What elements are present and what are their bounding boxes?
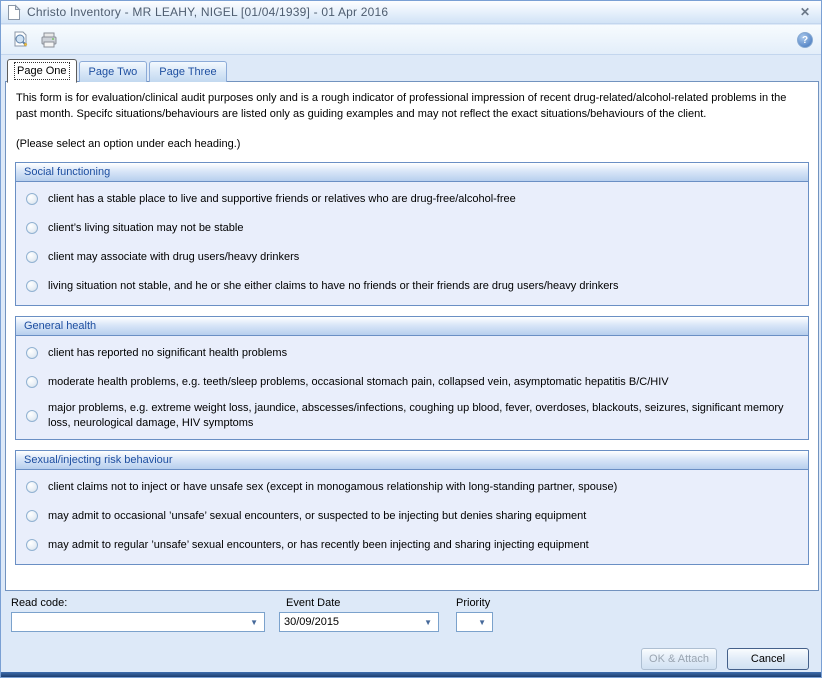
- tab-page-three[interactable]: Page Three: [149, 61, 226, 82]
- event-date-value: 30/09/2015: [284, 616, 339, 628]
- radio-option-label: living situation not stable, and he or s…: [48, 279, 618, 294]
- document-icon: [7, 4, 21, 21]
- priority-label: Priority: [456, 597, 490, 609]
- section-heading: Sexual/injecting risk behaviour: [16, 451, 808, 470]
- radio-button-icon[interactable]: [26, 280, 38, 292]
- close-icon[interactable]: ✕: [795, 1, 815, 24]
- window-title: Christo Inventory - MR LEAHY, NIGEL [01/…: [27, 5, 795, 19]
- question-section: Sexual/injecting risk behaviour client c…: [15, 450, 809, 565]
- radio-button-icon[interactable]: [26, 222, 38, 234]
- section-body: client has a stable place to live and su…: [16, 182, 808, 305]
- tab-panel: This form is for evaluation/clinical aud…: [5, 81, 819, 591]
- tab-strip: Page One Page Two Page Three: [7, 58, 229, 82]
- toolbar: ?: [1, 25, 821, 55]
- instruction-text: (Please select an option under each head…: [16, 138, 808, 150]
- question-section: Social functioning client has a stable p…: [15, 162, 809, 306]
- radio-option[interactable]: client has reported no significant healt…: [16, 339, 808, 368]
- event-date-select[interactable]: 30/09/2015 ▼: [279, 612, 439, 632]
- radio-option-label: client may associate with drug users/hea…: [48, 250, 299, 265]
- radio-option[interactable]: may admit to regular ’unsafe’ sexual enc…: [16, 531, 808, 560]
- radio-option-label: major problems, e.g. extreme weight loss…: [48, 401, 796, 431]
- dropdown-arrow-icon[interactable]: ▼: [472, 618, 492, 627]
- radio-option-label: client has a stable place to live and su…: [48, 192, 516, 207]
- print-preview-icon: [12, 31, 30, 49]
- printer-icon: [40, 31, 58, 49]
- radio-button-icon[interactable]: [26, 539, 38, 551]
- section-heading: Social functioning: [16, 163, 808, 182]
- help-icon[interactable]: ?: [797, 32, 813, 48]
- radio-option[interactable]: client may associate with drug users/hea…: [16, 243, 808, 272]
- tab-page-one[interactable]: Page One: [7, 59, 77, 83]
- tab-page-two[interactable]: Page Two: [79, 61, 148, 82]
- intro-text: This form is for evaluation/clinical aud…: [16, 91, 808, 123]
- print-button[interactable]: [37, 28, 61, 52]
- radio-option-label: moderate health problems, e.g. teeth/sle…: [48, 375, 669, 390]
- radio-option[interactable]: major problems, e.g. extreme weight loss…: [16, 397, 808, 435]
- read-code-label: Read code:: [11, 597, 67, 609]
- event-date-label: Event Date: [286, 597, 340, 609]
- footer-form: Read code: Event Date Priority ▼ 30/09/2…: [1, 591, 821, 672]
- radio-option-label: client has reported no significant healt…: [48, 346, 287, 361]
- radio-option[interactable]: may admit to occasional ’unsafe’ sexual …: [16, 502, 808, 531]
- tab-label: Page Three: [159, 66, 216, 78]
- radio-button-icon[interactable]: [26, 193, 38, 205]
- section-body: client claims not to inject or have unsa…: [16, 470, 808, 564]
- radio-button-icon[interactable]: [26, 410, 38, 422]
- print-preview-button[interactable]: [9, 28, 33, 52]
- dropdown-arrow-icon[interactable]: ▼: [418, 618, 438, 627]
- ok-attach-button[interactable]: OK & Attach: [641, 648, 717, 670]
- radio-option[interactable]: living situation not stable, and he or s…: [16, 272, 808, 301]
- title-bar: Christo Inventory - MR LEAHY, NIGEL [01/…: [1, 1, 821, 24]
- cancel-button[interactable]: Cancel: [727, 648, 809, 670]
- sections-container: Social functioning client has a stable p…: [6, 162, 818, 565]
- section-heading: General health: [16, 317, 808, 336]
- tab-label: Page Two: [89, 66, 138, 78]
- radio-option[interactable]: client claims not to inject or have unsa…: [16, 473, 808, 502]
- radio-option[interactable]: moderate health problems, e.g. teeth/sle…: [16, 368, 808, 397]
- tab-label: Page One: [17, 65, 67, 77]
- radio-option-label: client’s living situation may not be sta…: [48, 221, 243, 236]
- radio-option[interactable]: client has a stable place to live and su…: [16, 185, 808, 214]
- read-code-select[interactable]: ▼: [11, 612, 265, 632]
- radio-option-label: client claims not to inject or have unsa…: [48, 480, 617, 495]
- question-section: General health client has reported no si…: [15, 316, 809, 440]
- dropdown-arrow-icon[interactable]: ▼: [244, 618, 264, 627]
- radio-button-icon[interactable]: [26, 347, 38, 359]
- section-body: client has reported no significant healt…: [16, 336, 808, 439]
- radio-button-icon[interactable]: [26, 376, 38, 388]
- window-bottom-edge: [1, 672, 821, 677]
- radio-option[interactable]: client’s living situation may not be sta…: [16, 214, 808, 243]
- radio-option-label: may admit to occasional ’unsafe’ sexual …: [48, 509, 586, 524]
- radio-button-icon[interactable]: [26, 251, 38, 263]
- radio-button-icon[interactable]: [26, 481, 38, 493]
- radio-button-icon[interactable]: [26, 510, 38, 522]
- radio-option-label: may admit to regular ’unsafe’ sexual enc…: [48, 538, 589, 553]
- dialog-window: Christo Inventory - MR LEAHY, NIGEL [01/…: [0, 0, 822, 678]
- priority-select[interactable]: ▼: [456, 612, 493, 632]
